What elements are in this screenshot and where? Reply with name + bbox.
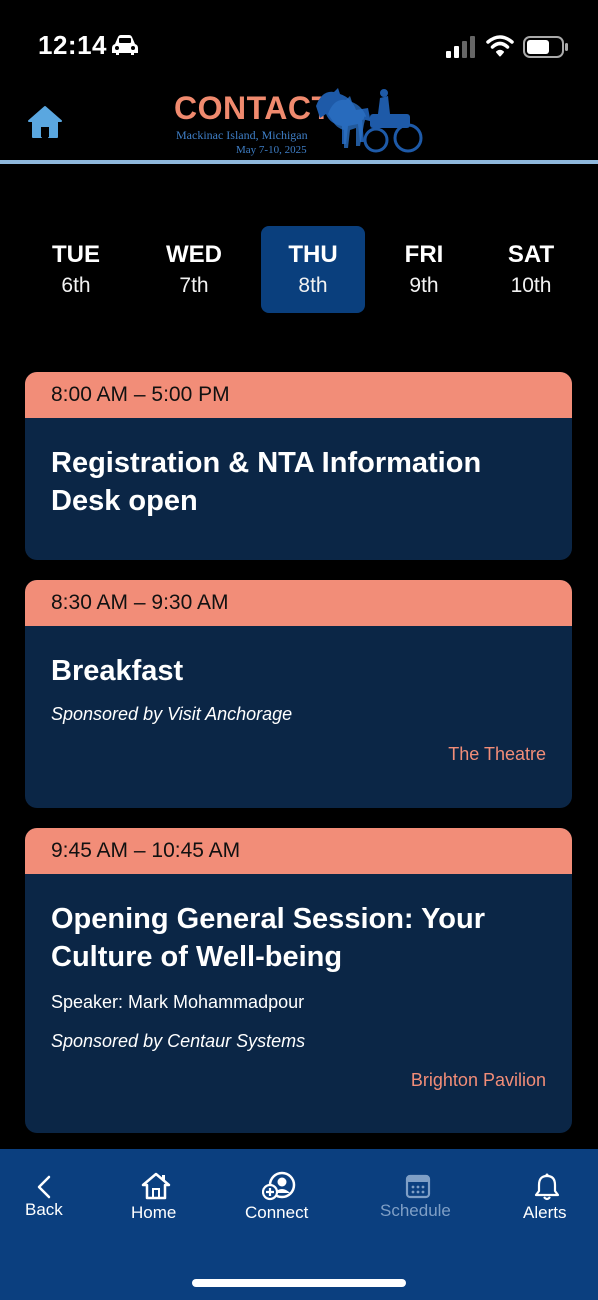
day-date: 9th [409,274,439,297]
event-body: Breakfast Sponsored by Visit Anchorage [25,626,572,725]
bell-icon [534,1173,560,1201]
event-location[interactable]: Brighton Pavilion [411,1070,546,1091]
logo-location: Mackinac Island, Michigan [176,128,308,142]
day-tab-tue[interactable]: TUE 6th [24,226,128,313]
logo-dates: May 7-10, 2025 [236,144,307,156]
event-location[interactable]: The Theatre [448,744,546,765]
home-icon[interactable] [26,104,64,140]
event-body: Registration & NTA Information Desk open [25,418,572,520]
day-name: FRI [404,241,444,268]
horse-carriage-logo-icon [316,88,423,153]
event-body: Opening General Session: Your Culture of… [25,874,572,1052]
event-time: 8:30 AM – 9:30 AM [25,580,572,626]
day-name: THU [288,241,338,268]
conference-logo: CONTACT Mackinac Island, Michigan May 7-… [172,84,424,162]
chevron-left-icon [37,1175,51,1199]
event-title: Breakfast [51,655,184,687]
event-card-breakfast[interactable]: 8:30 AM – 9:30 AM Breakfast Sponsored by… [25,580,572,808]
wifi-icon [486,35,514,57]
event-card-registration[interactable]: 8:00 AM – 5:00 PM Registration & NTA Inf… [25,372,572,560]
day-tab-wed[interactable]: WED 7th [142,226,246,313]
event-speaker: Speaker: Mark Mohammadpour [51,992,305,1012]
nav-label: Schedule [380,1201,451,1220]
bottom-nav: Back Home Connect Schedule Alerts [0,1149,598,1300]
day-date: 10th [510,274,552,297]
nav-alerts-button[interactable]: Alerts [518,1149,576,1229]
cellular-signal-icon [446,36,475,58]
day-tab-fri[interactable]: FRI 9th [372,226,476,313]
nav-back-button[interactable]: Back [18,1149,74,1229]
event-sponsor: Sponsored by Centaur Systems [51,1031,306,1051]
event-card-opening-session[interactable]: 9:45 AM – 10:45 AM Opening General Sessi… [25,828,572,1133]
day-name: WED [166,241,222,268]
nav-schedule-button[interactable]: Schedule [376,1149,462,1229]
event-time: 8:00 AM – 5:00 PM [25,372,572,418]
day-date: 6th [61,274,91,297]
day-date: 8th [298,274,328,297]
day-selector: TUE 6th WED 7th THU 8th FRI 9th SAT 10th [0,226,598,314]
nav-label: Connect [245,1203,309,1222]
day-tab-sat[interactable]: SAT 10th [479,226,583,313]
event-sponsor: Sponsored by Visit Anchorage [51,704,293,724]
battery-icon [523,36,568,58]
nav-connect-button[interactable]: Connect [240,1149,320,1229]
day-name: TUE [52,241,100,268]
car-icon [112,35,138,55]
day-tab-thu[interactable]: THU 8th [261,226,365,313]
nav-home-button[interactable]: Home [124,1149,186,1229]
nav-label: Home [131,1203,177,1222]
connect-user-icon [262,1171,296,1201]
home-indicator [192,1279,406,1287]
event-title: Opening General Session: Your Culture of… [51,903,486,973]
day-date: 7th [179,274,209,297]
home-icon [141,1172,171,1200]
event-title: Registration & NTA Information Desk open [51,447,482,517]
app-header: CONTACT Mackinac Island, Michigan May 7-… [0,80,598,164]
calendar-icon [405,1174,431,1199]
day-name: SAT [507,241,555,268]
event-time: 9:45 AM – 10:45 AM [25,828,572,874]
nav-label: Alerts [523,1203,567,1222]
header-divider [0,160,598,164]
status-bar: 12:14 [0,0,598,80]
status-time: 12:14 [38,30,107,60]
nav-label: Back [25,1200,63,1219]
